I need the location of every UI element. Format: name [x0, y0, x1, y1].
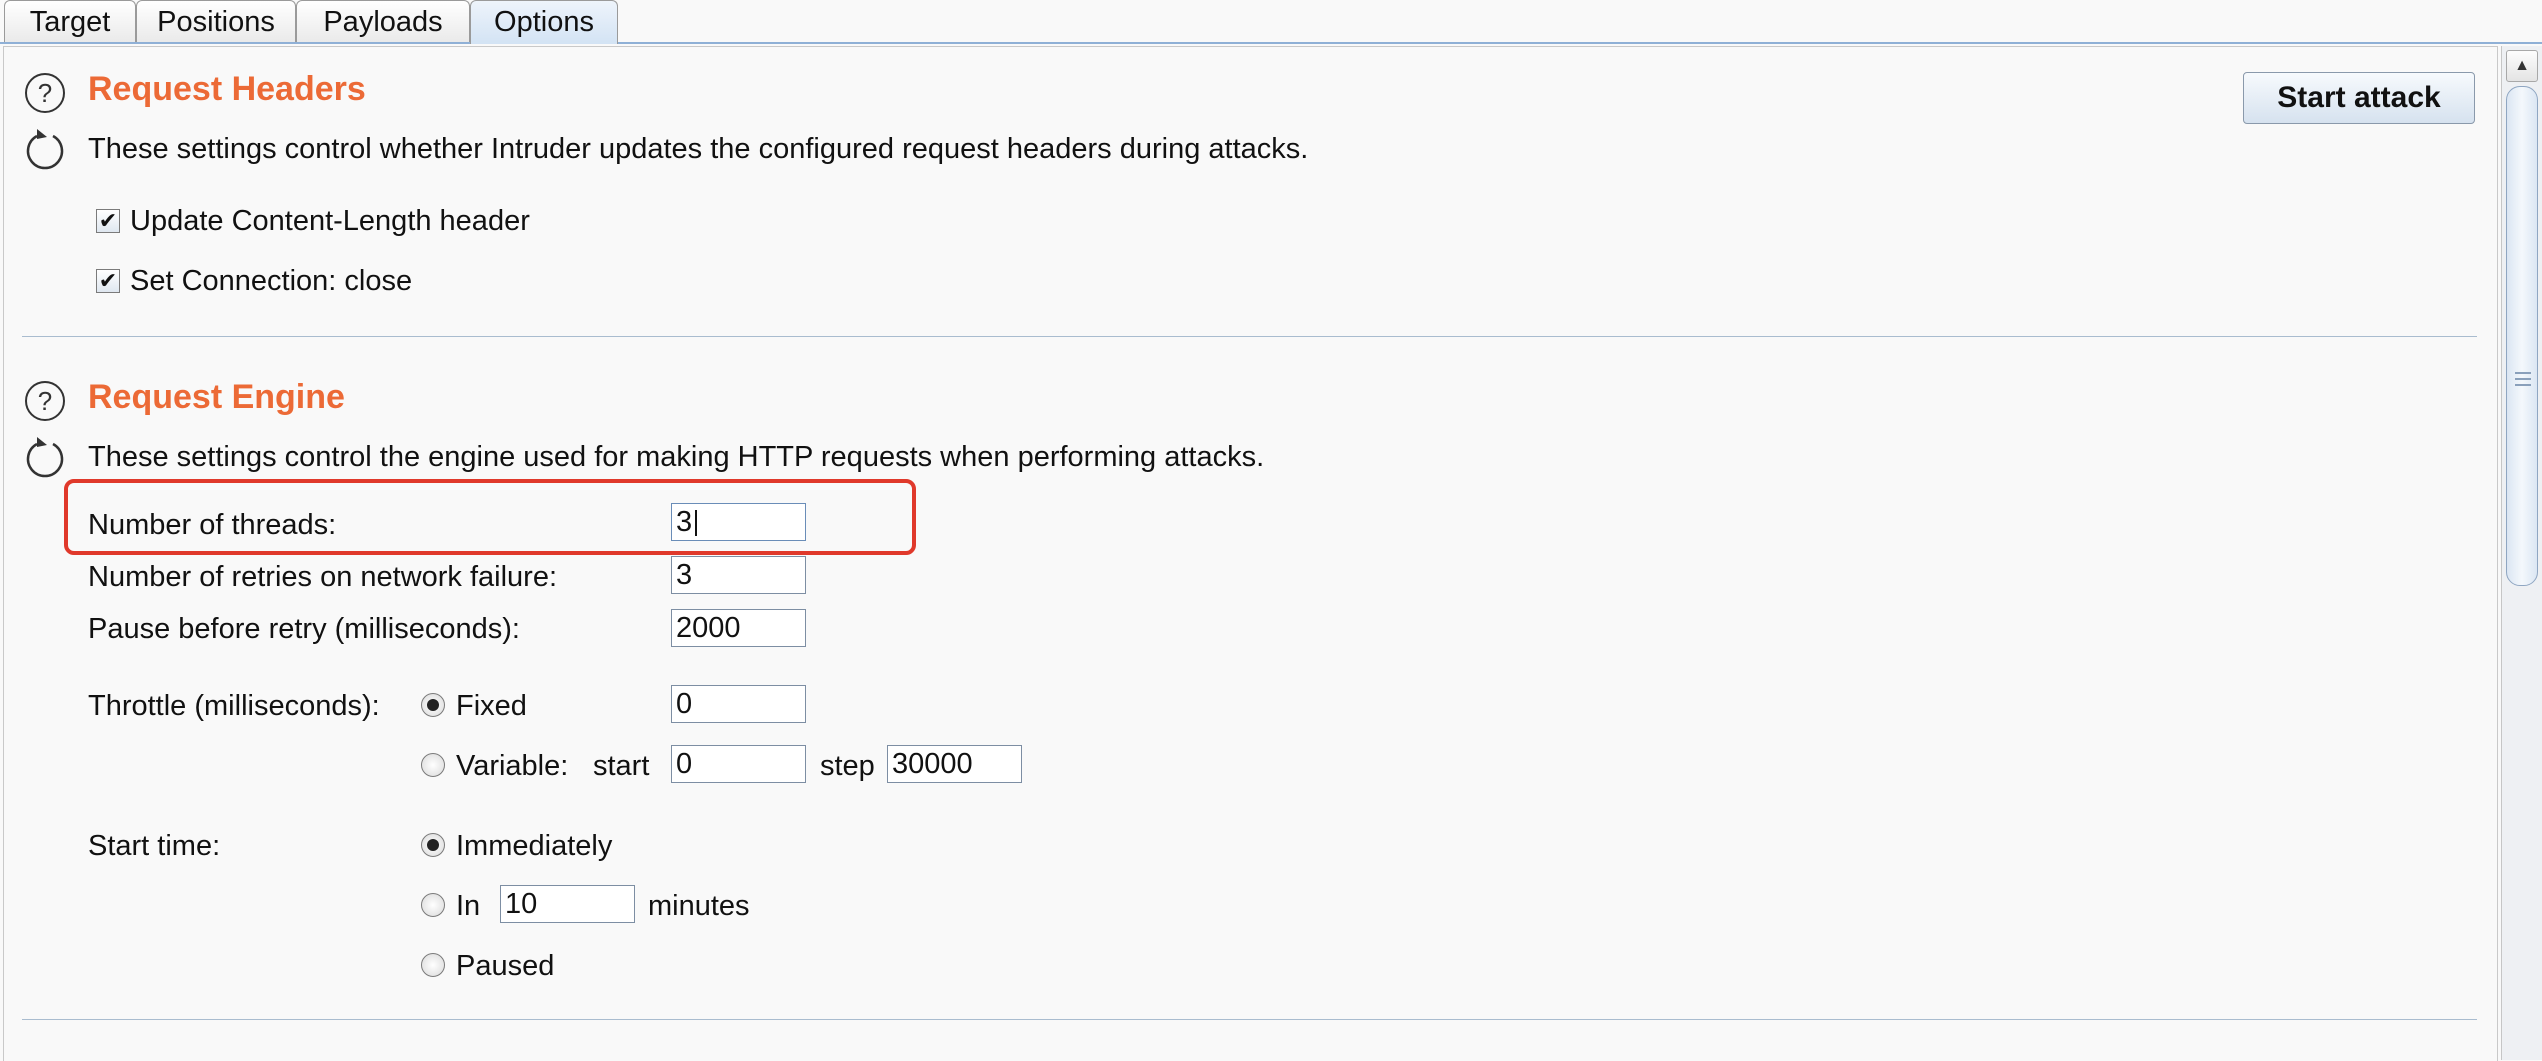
- start-in-label[interactable]: In: [456, 890, 480, 923]
- section-divider: [22, 1019, 2477, 1020]
- request-engine-title: Request Engine: [88, 378, 345, 416]
- question-circle-icon[interactable]: ?: [23, 71, 67, 115]
- start-in-unit-label: minutes: [648, 890, 750, 922]
- tab-payloads[interactable]: Payloads: [296, 0, 470, 42]
- variable-start-label: start: [593, 750, 650, 782]
- tab-options[interactable]: Options: [470, 0, 618, 44]
- start-in-radio[interactable]: [421, 893, 445, 917]
- variable-start-input[interactable]: 0: [671, 745, 806, 783]
- request-headers-description: These settings control whether Intruder …: [88, 133, 1309, 165]
- start-immediately-label[interactable]: Immediately: [456, 830, 612, 863]
- request-engine-description: These settings control the engine used f…: [88, 441, 1265, 473]
- text-caret: [695, 510, 697, 536]
- refresh-icon[interactable]: [23, 435, 67, 479]
- pause-input[interactable]: 2000: [671, 609, 806, 647]
- grip-line: [2515, 372, 2531, 374]
- start-immediately-radio[interactable]: [421, 833, 445, 857]
- set-connection-close-label[interactable]: Set Connection: close: [130, 265, 412, 298]
- question-circle-icon[interactable]: ?: [23, 379, 67, 423]
- pause-label: Pause before retry (milliseconds):: [88, 613, 520, 645]
- scroll-up-arrow-icon[interactable]: ▲: [2506, 50, 2538, 82]
- svg-text:?: ?: [38, 78, 52, 108]
- throttle-fixed-radio[interactable]: [421, 693, 445, 717]
- refresh-icon[interactable]: [23, 127, 67, 171]
- scroll-thumb[interactable]: [2506, 86, 2538, 586]
- threads-label: Number of threads:: [88, 509, 337, 541]
- start-in-minutes-input[interactable]: 10: [500, 885, 635, 923]
- options-panel: [3, 46, 2498, 1061]
- grip-line: [2515, 384, 2531, 386]
- tab-positions[interactable]: Positions: [136, 0, 296, 42]
- throttle-fixed-label[interactable]: Fixed: [456, 690, 527, 723]
- threads-input[interactable]: 3: [671, 503, 806, 541]
- request-headers-title: Request Headers: [88, 70, 366, 108]
- retries-input[interactable]: 3: [671, 556, 806, 594]
- vertical-scrollbar[interactable]: ▲: [2501, 46, 2542, 1060]
- throttle-label: Throttle (milliseconds):: [88, 690, 380, 722]
- tab-underline: [0, 42, 2542, 44]
- grip-line: [2515, 378, 2531, 380]
- start-paused-radio[interactable]: [421, 953, 445, 977]
- throttle-variable-label[interactable]: Variable:: [456, 750, 568, 783]
- retries-label: Number of retries on network failure:: [88, 561, 558, 593]
- throttle-variable-radio[interactable]: [421, 753, 445, 777]
- threads-value: 3: [676, 506, 693, 538]
- throttle-fixed-input[interactable]: 0: [671, 685, 806, 723]
- tab-target[interactable]: Target: [4, 0, 136, 42]
- start-time-label: Start time:: [88, 830, 221, 862]
- variable-step-label: step: [820, 750, 875, 782]
- update-content-length-label[interactable]: Update Content-Length header: [130, 205, 530, 238]
- section-divider: [22, 336, 2477, 337]
- set-connection-close-checkbox[interactable]: ✔: [96, 269, 120, 293]
- start-paused-label[interactable]: Paused: [456, 950, 554, 983]
- tab-bar: Target Positions Payloads Options: [0, 0, 2542, 44]
- svg-text:?: ?: [38, 386, 52, 416]
- variable-step-input[interactable]: 30000: [887, 745, 1022, 783]
- start-attack-button[interactable]: Start attack: [2243, 72, 2475, 124]
- update-content-length-checkbox[interactable]: ✔: [96, 209, 120, 233]
